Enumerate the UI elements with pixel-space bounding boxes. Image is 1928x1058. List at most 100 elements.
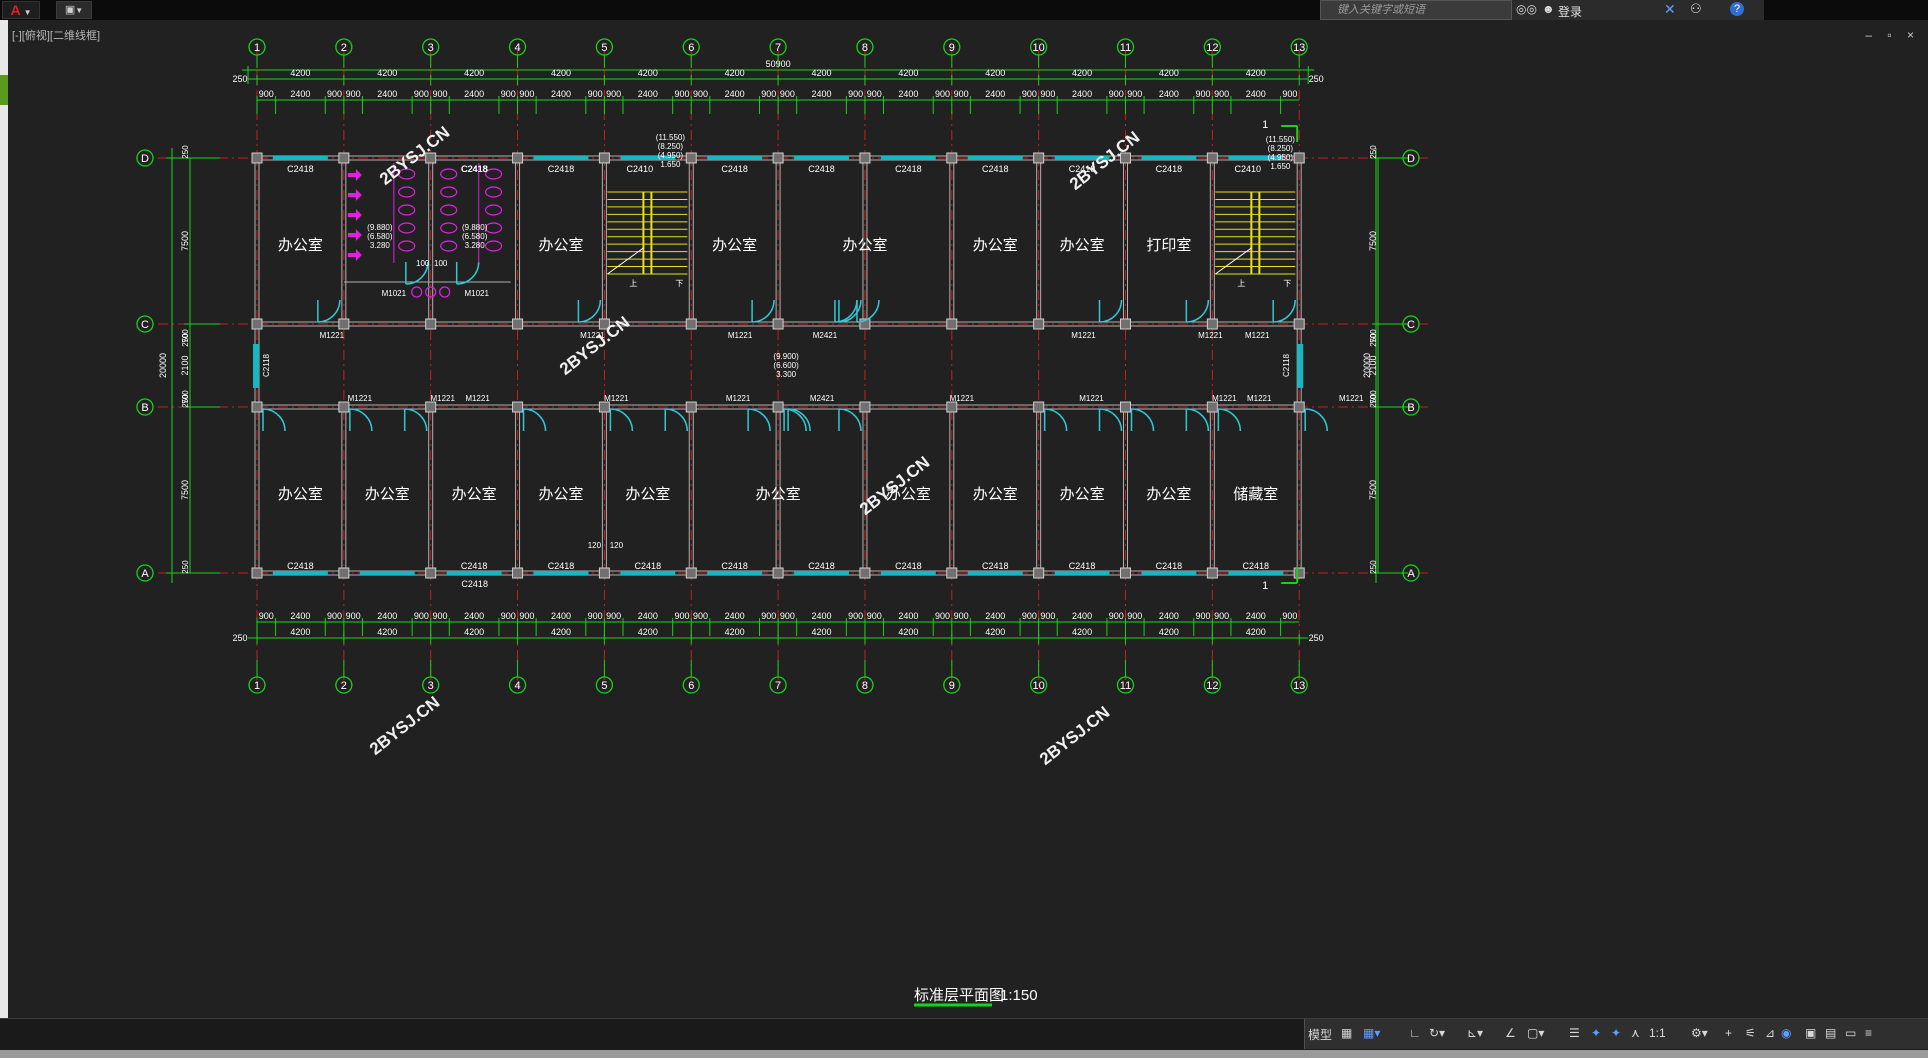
door-south [748, 408, 771, 432]
ortho-icon[interactable]: ∟ [1409, 1026, 1421, 1040]
model-tab[interactable]: 模型 [1308, 1026, 1332, 1043]
bay-dimension: 4200 [1159, 627, 1179, 637]
sub-dimension: 2400 [290, 89, 310, 99]
column [685, 567, 697, 579]
otrack-icon[interactable]: ∠ [1505, 1026, 1516, 1040]
app-menu-button[interactable]: A ▼ [2, 1, 40, 19]
small-dimension: 700 [181, 390, 190, 404]
infocenter-toolbar: ◎◎ ☻ 登录 ✕ ⚇ ? [1512, 0, 1764, 20]
room-label-south: 办公室 [1060, 486, 1105, 503]
annotation-visibility-icon[interactable]: ⋏ [1631, 1026, 1640, 1040]
grid-bubble-top-label: 7 [775, 42, 781, 54]
sub-dimension: 900 [1196, 611, 1211, 621]
sub-dimension: 900 [588, 89, 603, 99]
sub-dimension: 900 [346, 89, 361, 99]
door-south [1218, 408, 1242, 432]
elevation-label-stair: 1.650 [1270, 162, 1291, 171]
layout-icon[interactable]: ▭ [1845, 1026, 1856, 1040]
bay-dimension: 4200 [725, 627, 745, 637]
exchange-icon[interactable]: ✕ [1664, 1, 1676, 18]
column [1293, 318, 1305, 330]
elevation-label-stair: (4.950) [658, 151, 684, 160]
grid-icon[interactable]: ▦ [1341, 1026, 1352, 1040]
clean-screen-icon[interactable]: ▣ [1805, 1026, 1816, 1040]
column [251, 318, 263, 330]
login-button[interactable]: 登录 [1558, 3, 1582, 20]
grid-bubble-left-label: C [141, 319, 149, 331]
column [1206, 318, 1218, 330]
window-north [1141, 156, 1197, 160]
sub-dimension: 2400 [551, 89, 571, 99]
sub-dimension: 2400 [1072, 89, 1092, 99]
window-label-east: C2118 [1282, 353, 1291, 377]
osnap-icon[interactable]: ⊾▾ [1467, 1026, 1483, 1040]
sub-dimension: 900 [674, 611, 689, 621]
room-label-north: 办公室 [1060, 237, 1105, 254]
quick-access-toolbar[interactable]: ▣▼ [56, 1, 92, 19]
door-label-south: M1221 [1339, 394, 1364, 403]
sub-dimension: 900 [606, 611, 621, 621]
room-label-north: 办公室 [712, 237, 757, 254]
sub-dimension: 900 [1282, 611, 1297, 621]
door-label-north: M1221 [1071, 331, 1096, 340]
sub-dimension: 900 [414, 611, 429, 621]
hardware-icon[interactable]: ⊿ [1765, 1026, 1775, 1040]
sub-dimension: 2400 [898, 611, 918, 621]
grid-bubble-bottom-label: 1 [254, 680, 260, 692]
vertical-dimension: 7500 [180, 231, 190, 251]
dyn-icon[interactable]: ▢▾ [1527, 1026, 1544, 1040]
annotation-icon[interactable]: ✦ [1591, 1026, 1601, 1040]
window-label-south: C2418 [895, 561, 922, 571]
lineweight-icon[interactable]: ☰ [1569, 1026, 1580, 1040]
sub-dimension: 900 [519, 89, 534, 99]
column [1206, 567, 1218, 579]
sub-dimension: 900 [954, 89, 969, 99]
grid-bubble-bottom-label: 11 [1120, 680, 1131, 692]
menu-icon[interactable]: ≡ [1865, 1026, 1872, 1040]
scale-display[interactable]: 1:1 [1649, 1026, 1666, 1040]
gear-icon[interactable]: ⚙▾ [1691, 1026, 1708, 1040]
polar-icon[interactable]: ↻▾ [1429, 1026, 1445, 1040]
annotation-scale-icon[interactable]: ✦ [1611, 1026, 1621, 1040]
connect-icon[interactable]: ⚇ [1690, 1, 1702, 17]
search-input[interactable]: 键入关键字或短语 [1320, 0, 1512, 20]
binoculars-icon[interactable]: ◎◎ [1516, 2, 1537, 16]
bay-dimension: 4200 [898, 68, 918, 78]
help-icon[interactable]: ? [1730, 2, 1744, 16]
room-label-south: 办公室 [538, 486, 583, 503]
drawing-canvas[interactable]: 509004200 4200 4200 4200 4200 4200 4200 4200 420… [8, 20, 1928, 1020]
column [1033, 152, 1045, 164]
sub-dimension: 900 [761, 89, 776, 99]
door-label-north: M1221 [320, 331, 345, 340]
door-north [1186, 299, 1210, 323]
isolate-icon[interactable]: ⚟ [1745, 1026, 1756, 1040]
grid-bubble-bottom-label: 2 [341, 680, 347, 692]
room-label-north: 办公室 [278, 237, 323, 254]
door-north [578, 299, 602, 323]
column [1120, 401, 1131, 413]
status-toolbar: 模型 ▦ ▦▾ ∟ ↻▾ ⊾▾ ∠ ▢▾ ☰ ✦ ✦ ⋏ 1:1 ⚙▾ + ⚟ … [1304, 1019, 1928, 1049]
bay-dimension: 4200 [551, 68, 571, 78]
column [685, 152, 697, 164]
stair-up-label: 上 [1237, 279, 1245, 288]
workspace-icon[interactable]: ▤ [1825, 1026, 1836, 1040]
window-label-north: C2418 [808, 164, 835, 174]
window-label-south: C2418 [461, 561, 488, 571]
elevation-label-corridor: (9.900) [773, 352, 799, 361]
elevation-label-stair: (11.550) [656, 133, 686, 142]
window-label-south: C2418 [1243, 561, 1270, 571]
sub-dimension: 900 [1022, 89, 1037, 99]
sub-dimension: 2400 [464, 89, 484, 99]
window-south [273, 571, 328, 575]
plus-icon[interactable]: + [1725, 1026, 1732, 1040]
grid-bubble-left-label: A [141, 568, 149, 580]
elevation-label-corridor: (6.600) [773, 361, 799, 370]
snap-icon[interactable]: ▦▾ [1363, 1026, 1380, 1040]
door-label-north: M1221 [728, 331, 753, 340]
window-south [446, 571, 502, 575]
door-south [665, 408, 688, 432]
globe-icon[interactable]: ◉ [1781, 1026, 1791, 1040]
column [772, 152, 784, 164]
sub-dimension: 2400 [1246, 611, 1266, 621]
window-label-north: C2418 [287, 164, 314, 174]
